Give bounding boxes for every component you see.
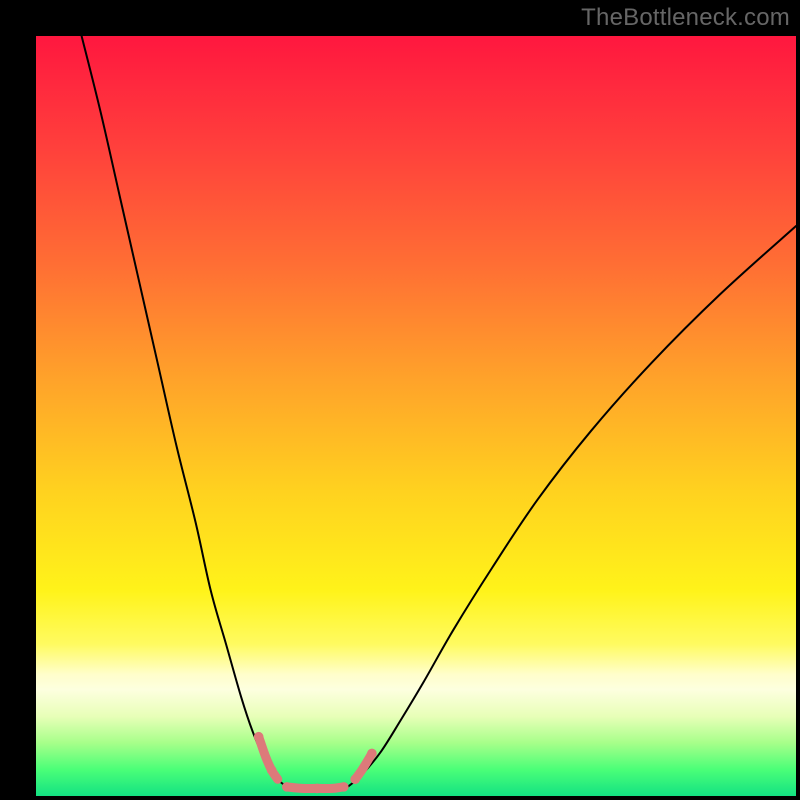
marker-dot bbox=[273, 775, 281, 783]
plot-area bbox=[36, 36, 796, 796]
marker-dot bbox=[298, 784, 306, 792]
marker-dot bbox=[254, 732, 264, 742]
marker-dot bbox=[350, 774, 360, 784]
chart-svg bbox=[36, 36, 796, 796]
watermark-label: TheBottleneck.com bbox=[581, 4, 790, 32]
gradient-background bbox=[36, 36, 796, 796]
marker-dot bbox=[328, 784, 336, 792]
marker-dot bbox=[261, 752, 269, 760]
marker-dot bbox=[282, 782, 292, 792]
marker-dot bbox=[267, 765, 277, 775]
marker-dot bbox=[312, 784, 322, 794]
chart-frame: TheBottleneck.com bbox=[0, 0, 800, 800]
marker-dot bbox=[359, 764, 367, 772]
marker-dot bbox=[367, 749, 377, 759]
marker-dot bbox=[339, 782, 349, 792]
